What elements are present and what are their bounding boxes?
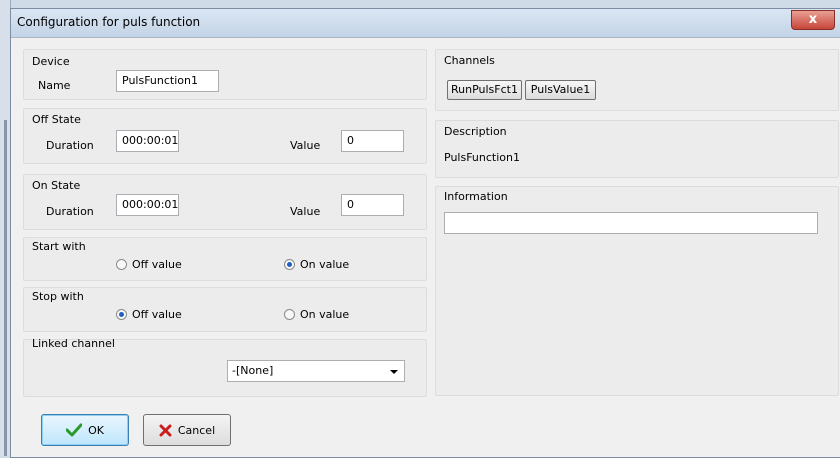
linked-channel-group: Linked channel -[None] [23, 337, 427, 397]
off-state-group: Off State Duration 000:00:01 Value 0 [23, 108, 427, 164]
radio-circle [284, 309, 295, 320]
off-duration-input[interactable]: 000:00:01 [116, 130, 179, 152]
window-title: Configuration for puls function [17, 15, 201, 29]
radio-label: Off value [132, 258, 182, 271]
linked-channel-select[interactable]: -[None] [227, 360, 405, 382]
off-value-input[interactable]: 0 [341, 130, 404, 152]
off-state-group-title: Off State [32, 113, 81, 126]
ok-button[interactable]: OK [41, 414, 129, 446]
channels-group-title: Channels [444, 54, 495, 67]
dialog-window: Configuration for puls function x Device… [10, 8, 840, 458]
stop-with-group: Stop with Off value On value [23, 287, 427, 332]
start-on-radio[interactable]: On value [284, 258, 349, 271]
close-icon: x [808, 12, 818, 27]
device-group-title: Device [32, 55, 70, 68]
channel-button-runpulsfct1[interactable]: RunPulsFct1 [447, 80, 522, 100]
ok-label: OK [88, 423, 104, 437]
name-input[interactable]: PulsFunction1 [116, 70, 219, 92]
radio-label: On value [300, 258, 350, 271]
start-with-group: Start with Off value On value [23, 237, 427, 281]
on-value-input[interactable]: 0 [341, 194, 404, 216]
radio-label: On value [300, 308, 350, 321]
information-group: Information [435, 186, 839, 396]
on-state-group: On State Duration 000:00:01 Value 0 [23, 174, 427, 230]
linked-channel-selected-value: -[None] [232, 364, 274, 377]
close-button[interactable]: x [791, 10, 835, 30]
channel-button-pulsvalue1[interactable]: PulsValue1 [525, 80, 596, 100]
stop-on-radio[interactable]: On value [284, 308, 349, 321]
device-group: Device Name PulsFunction1 [23, 49, 427, 100]
information-group-title: Information [444, 190, 508, 203]
off-value-label: Value [290, 139, 321, 152]
start-with-group-title: Start with [32, 240, 86, 253]
on-duration-label: Duration [46, 205, 94, 218]
stop-with-group-title: Stop with [32, 290, 84, 303]
on-value-label: Value [290, 205, 321, 218]
chevron-down-icon [390, 370, 398, 374]
on-state-group-title: On State [32, 179, 81, 192]
description-group-title: Description [444, 125, 507, 138]
radio-circle [116, 259, 127, 270]
radio-circle-selected [284, 259, 295, 270]
on-duration-input[interactable]: 000:00:01 [116, 194, 179, 216]
cancel-label: Cancel [177, 423, 216, 437]
linked-channel-group-title: Linked channel [32, 337, 115, 350]
title-bar: Configuration for puls function x [11, 9, 840, 38]
x-icon [159, 424, 172, 437]
start-off-radio[interactable]: Off value [116, 258, 182, 271]
information-input[interactable] [444, 212, 818, 234]
name-label: Name [38, 79, 71, 92]
stop-off-radio[interactable]: Off value [116, 308, 182, 321]
cancel-button[interactable]: Cancel [143, 414, 231, 446]
radio-label: Off value [132, 308, 182, 321]
description-group: Description PulsFunction1 [435, 120, 839, 178]
description-text: PulsFunction1 [444, 151, 520, 164]
off-duration-label: Duration [46, 139, 94, 152]
check-icon [66, 423, 83, 437]
radio-circle-selected [116, 309, 127, 320]
channels-group: Channels RunPulsFct1 PulsValue1 [435, 49, 839, 111]
